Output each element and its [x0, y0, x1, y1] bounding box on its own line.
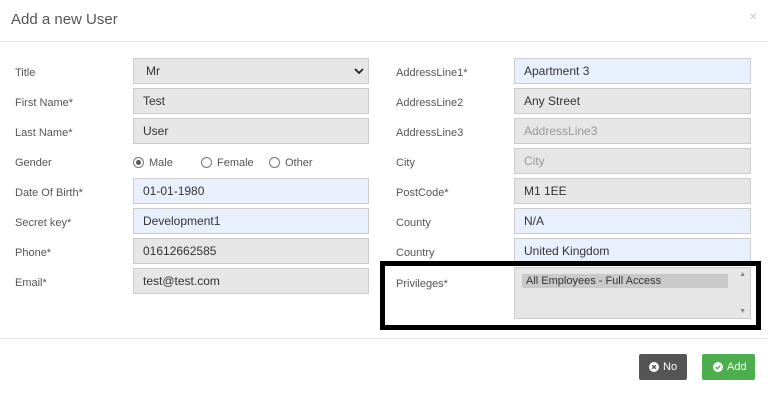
first-name-label: First Name*: [15, 97, 74, 109]
no-button[interactable]: No: [639, 354, 687, 380]
privileges-label: Privileges*: [396, 278, 448, 290]
first-name-input[interactable]: [133, 88, 369, 114]
address-line3-label: AddressLine3: [396, 127, 464, 139]
scroll-down-icon[interactable]: ▼: [739, 308, 746, 315]
phone-label: Phone*: [15, 247, 52, 259]
email-input[interactable]: [133, 268, 369, 294]
privileges-option[interactable]: All Employees - Full Access: [522, 274, 728, 288]
footer-divider: [0, 338, 768, 339]
title-select[interactable]: Mr: [133, 58, 369, 84]
county-label: County: [396, 217, 431, 229]
last-name-label: Last Name*: [15, 127, 73, 139]
chevron-down-icon: [354, 68, 364, 75]
check-circle-icon: [713, 362, 723, 372]
gender-label: Gender: [15, 157, 52, 169]
country-label: Country: [396, 247, 435, 259]
gender-radio-group: Male Female Other: [133, 156, 369, 170]
gender-radio-female-label: Female: [217, 157, 254, 169]
dob-label: Date Of Birth*: [15, 187, 83, 199]
times-circle-icon: [649, 362, 659, 372]
postcode-input[interactable]: [514, 178, 751, 204]
city-input[interactable]: [514, 148, 751, 174]
dob-input[interactable]: [133, 178, 369, 204]
modal-header: Add a new User ×: [0, 0, 768, 42]
add-button-label: Add: [727, 361, 747, 373]
add-button[interactable]: Add: [702, 354, 755, 380]
address-line2-input[interactable]: [514, 88, 751, 114]
address-line1-input[interactable]: [514, 58, 751, 84]
secret-key-input[interactable]: [133, 208, 369, 234]
gender-radio-other-label: Other: [285, 157, 313, 169]
radio-checked-icon: [133, 157, 144, 168]
no-button-label: No: [663, 361, 678, 373]
address-line2-label: AddressLine2: [396, 97, 464, 109]
title-label: Title: [15, 67, 36, 79]
scroll-up-icon[interactable]: ▲: [739, 271, 746, 278]
title-select-value: Mr: [146, 64, 160, 78]
address-line3-input[interactable]: [514, 118, 751, 144]
phone-input[interactable]: [133, 238, 369, 264]
radio-unchecked-icon: [201, 157, 212, 168]
last-name-input[interactable]: [133, 118, 369, 144]
city-label: City: [396, 157, 415, 169]
modal-title: Add a new User: [11, 11, 118, 28]
email-label: Email*: [15, 277, 47, 289]
postcode-label: PostCode*: [396, 187, 449, 199]
address-line1-label: AddressLine1*: [396, 67, 468, 79]
close-icon[interactable]: ×: [749, 9, 757, 23]
county-input[interactable]: [514, 208, 751, 234]
privileges-listbox[interactable]: All Employees - Full Access ▲ ▼: [514, 267, 751, 319]
gender-radio-male-label: Male: [149, 157, 173, 169]
secret-key-label: Secret key*: [15, 217, 72, 229]
radio-unchecked-icon: [269, 157, 280, 168]
